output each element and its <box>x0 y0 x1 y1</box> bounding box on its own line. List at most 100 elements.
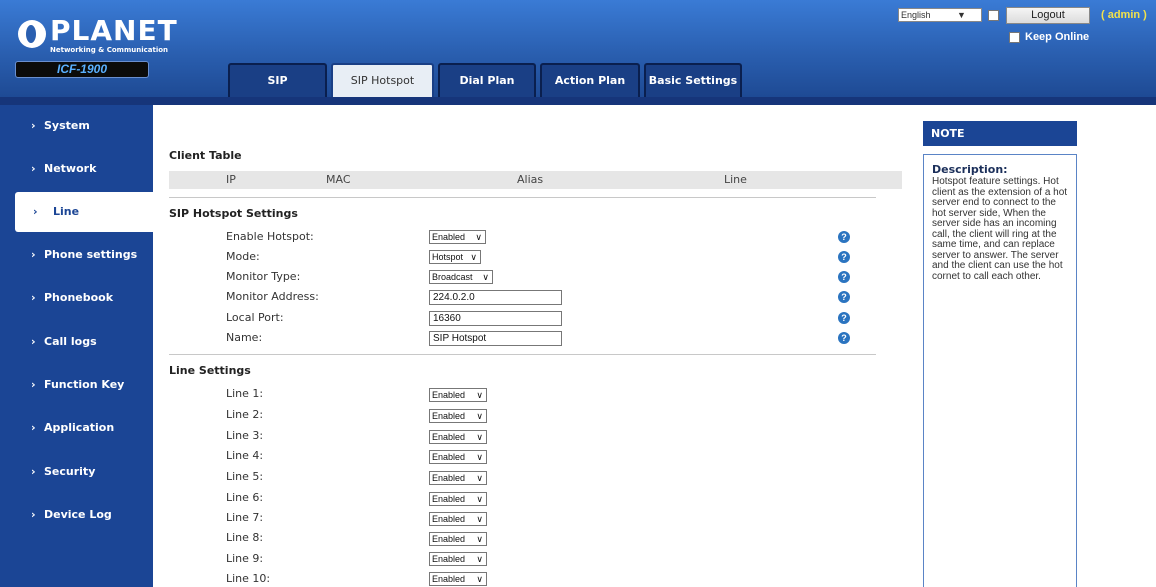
line-5-select[interactable]: Enabled ∨ <box>429 471 487 485</box>
help-icon[interactable]: ? <box>838 312 850 324</box>
tab-basic-settings[interactable]: Basic Settings <box>644 63 742 97</box>
local-port-input[interactable]: 16360 <box>429 311 562 326</box>
chevron-right-icon: › <box>31 508 36 521</box>
client-table-title: Client Table <box>169 149 242 162</box>
user-label: ( admin ) <box>1101 9 1147 21</box>
chevron-right-icon: › <box>31 291 36 304</box>
chevron-down-icon: ∨ <box>476 554 483 564</box>
help-icon[interactable]: ? <box>838 251 850 263</box>
line-10-label: Line 10: <box>226 572 271 585</box>
line-3-select[interactable]: Enabled ∨ <box>429 430 487 444</box>
line-8-select[interactable]: Enabled ∨ <box>429 532 487 546</box>
sidebar-item-function-key[interactable]: › Function Key <box>0 365 153 405</box>
enable-hotspot-select[interactable]: Enabled ∨ <box>429 230 486 244</box>
hotspot-settings-title: SIP Hotspot Settings <box>169 207 298 220</box>
chevron-down-icon: ∨ <box>476 432 483 442</box>
line-2-select[interactable]: Enabled ∨ <box>429 409 487 423</box>
section-divider <box>169 354 876 355</box>
planet-logo-icon <box>18 20 46 48</box>
name-label: Name: <box>226 331 263 344</box>
line-9-value: Enabled <box>432 554 466 564</box>
sidebar: › System › Network › Line › Phone settin… <box>0 105 153 587</box>
line-7-select[interactable]: Enabled ∨ <box>429 512 487 526</box>
chevron-down-icon: ∨ <box>476 411 483 421</box>
sidebar-item-device-log[interactable]: › Device Log <box>0 495 153 535</box>
line-settings-title: Line Settings <box>169 364 251 377</box>
model-badge: ICF-1900 <box>15 61 149 78</box>
sidebar-item-label: Line <box>53 205 80 218</box>
line-8-label: Line 8: <box>226 531 264 544</box>
sidebar-item-line[interactable]: › Line <box>15 192 153 232</box>
line-8-value: Enabled <box>432 534 466 544</box>
line-4-value: Enabled <box>432 452 466 462</box>
tab-action-plan[interactable]: Action Plan <box>540 63 640 97</box>
column-alias: Alias <box>517 173 544 186</box>
name-input[interactable]: SIP Hotspot <box>429 331 562 346</box>
line-6-select[interactable]: Enabled ∨ <box>429 492 487 506</box>
sidebar-item-label: Function Key <box>44 378 125 391</box>
mode-label: Mode: <box>226 250 260 263</box>
monitor-type-label: Monitor Type: <box>226 270 301 283</box>
planet-logo: PLANET Networking & Communication <box>18 12 177 56</box>
line-1-label: Line 1: <box>226 387 264 400</box>
line-9-select[interactable]: Enabled ∨ <box>429 552 487 566</box>
line-5-value: Enabled <box>432 473 466 483</box>
help-icon[interactable]: ? <box>838 271 850 283</box>
line-7-label: Line 7: <box>226 511 264 524</box>
enable-hotspot-value: Enabled <box>432 232 466 242</box>
chevron-down-icon: ∨ <box>470 252 477 262</box>
tab-sip[interactable]: SIP <box>228 63 327 97</box>
chevron-down-icon: ∨ <box>476 514 483 524</box>
chevron-right-icon: › <box>31 119 36 132</box>
help-icon[interactable]: ? <box>838 332 850 344</box>
line-4-select[interactable]: Enabled ∨ <box>429 450 487 464</box>
chevron-down-icon: ∨ <box>475 232 482 242</box>
keep-online-checkbox[interactable] <box>1009 32 1020 43</box>
help-icon[interactable]: ? <box>838 231 850 243</box>
chevron-right-icon: › <box>33 205 38 218</box>
line-3-label: Line 3: <box>226 429 264 442</box>
sidebar-item-label: Phonebook <box>44 291 114 304</box>
help-icon[interactable]: ? <box>838 291 850 303</box>
logout-button[interactable]: Logout <box>1006 7 1090 24</box>
sidebar-item-application[interactable]: › Application <box>0 408 153 448</box>
line-10-value: Enabled <box>432 574 466 584</box>
chevron-down-icon: ▼ <box>957 10 966 20</box>
sidebar-item-call-logs[interactable]: › Call logs <box>0 322 153 362</box>
sidebar-item-system[interactable]: › System <box>0 106 153 146</box>
line-10-select[interactable]: Enabled ∨ <box>429 572 487 586</box>
note-heading: NOTE <box>923 121 1077 146</box>
chevron-down-icon: ∨ <box>476 534 483 544</box>
chevron-down-icon: ∨ <box>476 473 483 483</box>
line-9-label: Line 9: <box>226 552 264 565</box>
sidebar-item-label: Phone settings <box>44 248 138 261</box>
sidebar-item-label: Security <box>44 465 96 478</box>
monitor-type-select[interactable]: Broadcast ∨ <box>429 270 493 284</box>
tab-sip-hotspot[interactable]: SIP Hotspot <box>331 63 434 97</box>
brand-subtitle: Networking & Communication <box>50 46 169 54</box>
sidebar-item-security[interactable]: › Security <box>0 452 153 492</box>
tab-dial-plan[interactable]: Dial Plan <box>438 63 536 97</box>
chevron-right-icon: › <box>31 421 36 434</box>
chevron-right-icon: › <box>31 162 36 175</box>
language-value: English <box>901 10 931 20</box>
header-checkbox[interactable] <box>988 10 999 21</box>
chevron-down-icon: ∨ <box>482 272 489 282</box>
line-1-select[interactable]: Enabled ∨ <box>429 388 487 402</box>
language-select[interactable]: English ▼ <box>898 8 982 22</box>
sidebar-item-label: System <box>44 119 90 132</box>
mode-select[interactable]: Hotspot ∨ <box>429 250 481 264</box>
chevron-down-icon: ∨ <box>476 390 483 400</box>
brand-name: PLANET <box>50 14 178 47</box>
chevron-right-icon: › <box>31 335 36 348</box>
line-5-label: Line 5: <box>226 470 264 483</box>
monitor-address-input[interactable]: 224.0.2.0 <box>429 290 562 305</box>
sidebar-item-phonebook[interactable]: › Phonebook <box>0 278 153 318</box>
monitor-address-label: Monitor Address: <box>226 290 319 303</box>
sidebar-item-phone-settings[interactable]: › Phone settings <box>0 235 153 275</box>
chevron-right-icon: › <box>31 465 36 478</box>
sidebar-item-network[interactable]: › Network <box>0 149 153 189</box>
client-table-header: IP MAC Alias Line <box>169 171 902 189</box>
column-ip: IP <box>226 173 236 186</box>
enable-hotspot-label: Enable Hotspot: <box>226 230 314 243</box>
